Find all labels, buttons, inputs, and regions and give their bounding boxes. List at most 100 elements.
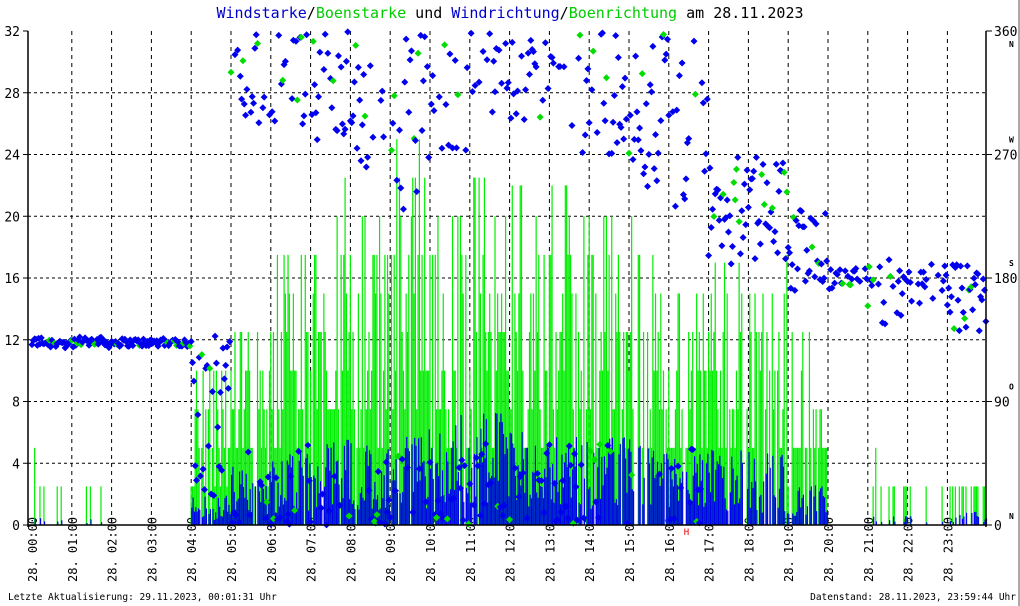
direction-point (507, 114, 515, 122)
direction-point (337, 63, 345, 71)
direction-point (735, 218, 743, 226)
direction-point (800, 223, 808, 231)
direction-point (288, 95, 296, 103)
direction-point (759, 160, 767, 168)
direction-point (868, 282, 876, 290)
direction-point (462, 146, 470, 154)
direction-point (675, 72, 683, 80)
direction-point (621, 74, 629, 82)
direction-point (446, 50, 454, 58)
direction-point (750, 167, 758, 175)
x-tick-label: 28. 23:00 (941, 517, 955, 582)
direction-point (414, 49, 422, 57)
direction-point (962, 323, 970, 331)
direction-point (399, 205, 407, 213)
direction-point (905, 268, 913, 276)
direction-point (738, 207, 746, 215)
direction-point (613, 139, 621, 147)
direction-point (211, 332, 219, 340)
direction-point (927, 260, 935, 268)
compass-label: W (1009, 136, 1014, 145)
direction-point (236, 72, 244, 80)
direction-point (963, 262, 971, 270)
direction-point (752, 153, 760, 161)
direction-point (961, 314, 969, 322)
y2-tick-label: 0 (994, 519, 1002, 534)
x-tick-label: 28. 01:00 (66, 517, 80, 582)
footer-data-state: Datenstand: 28.11.2023, 23:59:44 Uhr (810, 592, 1016, 603)
x-tick-label: 28. 15:00 (623, 517, 637, 582)
x-tick-label: 28. 12:00 (504, 517, 518, 582)
direction-point (504, 79, 512, 87)
direction-point (435, 93, 443, 101)
x-tick-label: 28. 20:00 (822, 517, 836, 582)
direction-point (357, 157, 365, 165)
direction-point (575, 54, 583, 62)
y-tick-label: 12 (4, 334, 20, 349)
direction-point (366, 62, 374, 70)
direction-point (451, 56, 459, 64)
x-tick-label: 28. 22:00 (902, 517, 916, 582)
direction-point (361, 112, 369, 120)
direction-point (629, 155, 637, 163)
y2-tick-label: 270 (994, 149, 1017, 164)
compass-label: S (1009, 259, 1014, 268)
direction-point (369, 133, 377, 141)
chart-container: Windstarke/Boenstarke und Windrichtung/B… (0, 0, 1020, 606)
direction-point (609, 118, 617, 126)
x-tick-label: 28. 05:00 (225, 517, 239, 582)
direction-point (520, 116, 528, 124)
direction-point (954, 296, 962, 304)
direction-point (442, 100, 450, 108)
direction-point (625, 149, 633, 157)
direction-point (498, 79, 506, 87)
direction-point (898, 290, 906, 298)
direction-point (636, 124, 644, 132)
direction-point (678, 59, 686, 67)
direction-point (864, 302, 872, 310)
direction-point (943, 301, 951, 309)
direction-point (682, 175, 690, 183)
direction-point (441, 41, 449, 49)
direction-point (775, 187, 783, 195)
direction-point (585, 119, 593, 127)
direction-point (352, 41, 360, 49)
direction-point (793, 265, 801, 273)
direction-point (483, 56, 491, 64)
direction-point (645, 150, 653, 158)
y-tick-label: 8 (12, 396, 20, 411)
direction-point (706, 164, 714, 172)
direction-point (316, 48, 324, 56)
direction-point (243, 85, 251, 93)
direction-point (502, 39, 510, 47)
direction-point (522, 86, 530, 94)
direction-point (620, 135, 628, 143)
direction-point (467, 29, 475, 37)
direction-point (929, 294, 937, 302)
direction-point (727, 260, 735, 268)
direction-point (216, 388, 224, 396)
x-tick-label: 28. 19:00 (782, 517, 796, 582)
y-tick-label: 4 (12, 457, 20, 472)
direction-point (418, 127, 426, 135)
y-tick-label: 16 (4, 272, 20, 287)
direction-point (227, 68, 235, 76)
direction-point (526, 70, 533, 78)
direction-point (758, 171, 766, 179)
direction-point (981, 286, 989, 294)
direction-point (581, 131, 589, 139)
direction-point (402, 35, 410, 43)
direction-point (397, 184, 405, 192)
direction-point (728, 242, 736, 250)
direction-point (479, 48, 487, 56)
direction-point (438, 144, 446, 152)
direction-point (969, 306, 977, 314)
direction-point (705, 252, 713, 260)
direction-point (299, 120, 307, 128)
direction-point (401, 78, 409, 86)
direction-point (808, 243, 816, 251)
direction-point (691, 90, 699, 98)
y2-tick-label: 90 (994, 396, 1010, 411)
direction-point (908, 297, 916, 305)
plot-area: 04812162024283228. 00:00 28. 01:00 28. 02:… (4, 25, 1017, 582)
